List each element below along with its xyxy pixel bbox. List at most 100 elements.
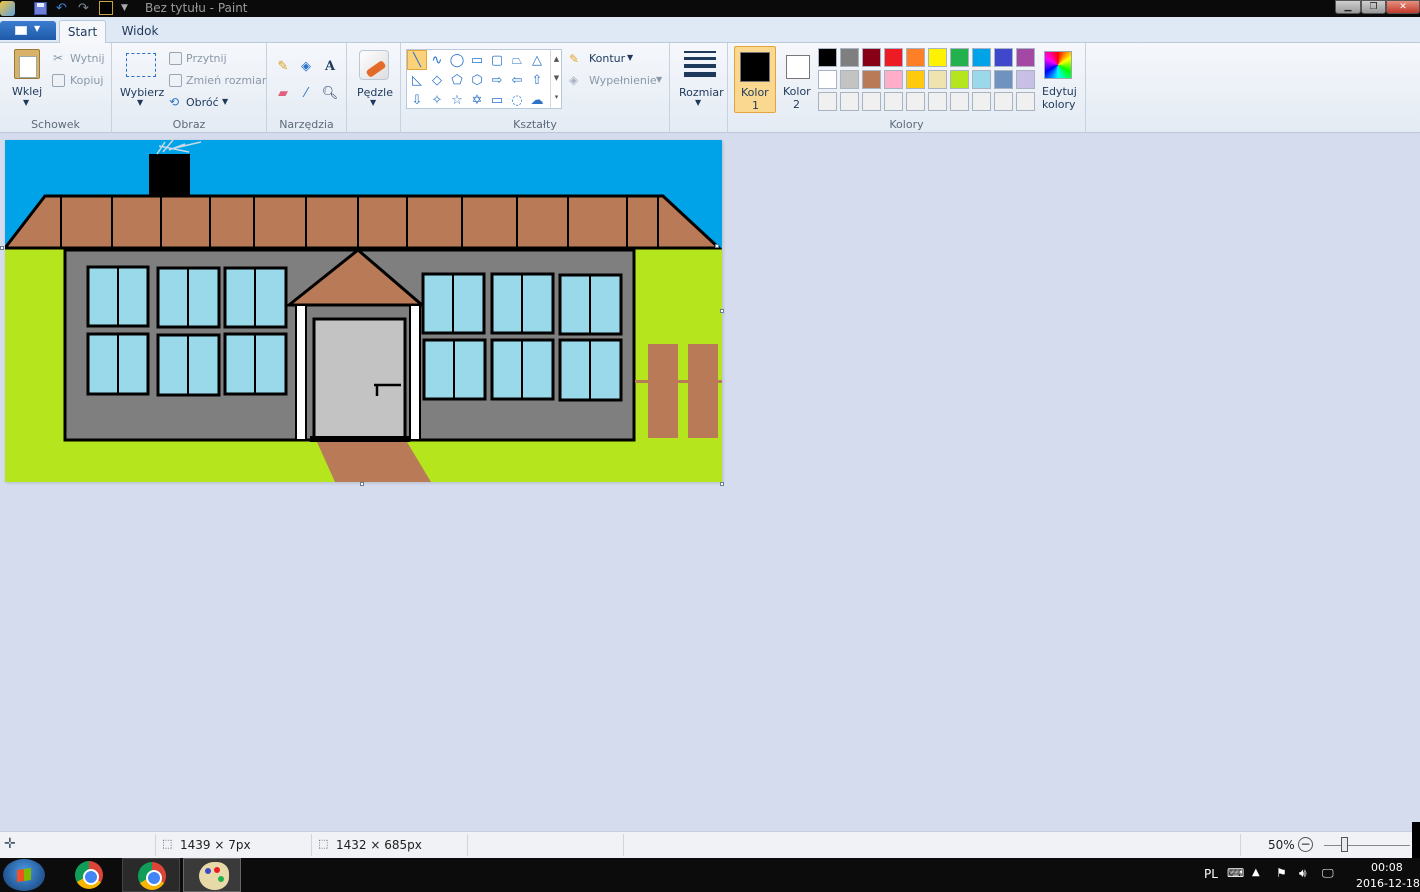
shape-oval-icon[interactable]: ◯ bbox=[447, 50, 467, 70]
shape-arrow-down-icon[interactable]: ⇩ bbox=[407, 90, 427, 110]
shape-arrow-left-icon[interactable]: ⇦ bbox=[507, 70, 527, 90]
palette-color-swatch[interactable] bbox=[884, 92, 903, 111]
close-button[interactable]: ✕ bbox=[1386, 0, 1420, 14]
crop-button[interactable]: Przytnij bbox=[186, 52, 227, 65]
shape-rectangle-icon[interactable]: ▭ bbox=[467, 50, 487, 70]
keyboard-icon[interactable]: ⌨ bbox=[1227, 866, 1244, 880]
fill-bucket-icon[interactable]: ◈ bbox=[296, 56, 316, 76]
resize-handle-bottom[interactable] bbox=[360, 482, 364, 486]
palette-color-swatch[interactable] bbox=[950, 70, 969, 89]
shape-star5-icon[interactable]: ☆ bbox=[447, 90, 467, 110]
taskbar-chrome-1[interactable] bbox=[60, 858, 118, 892]
paste-icon[interactable] bbox=[14, 49, 40, 79]
zoom-out-button[interactable]: − bbox=[1298, 837, 1313, 852]
color2-button[interactable]: Kolor 2 bbox=[781, 46, 823, 113]
shape-right-triangle-icon[interactable]: ◺ bbox=[407, 70, 427, 90]
cut-button[interactable]: Wytnij bbox=[70, 52, 105, 65]
fill-button[interactable]: Wypełnienie bbox=[589, 74, 657, 87]
palette-color-swatch[interactable] bbox=[862, 70, 881, 89]
palette-color-swatch[interactable] bbox=[972, 48, 991, 67]
language-indicator[interactable]: PL bbox=[1204, 867, 1218, 881]
palette-color-swatch[interactable] bbox=[906, 70, 925, 89]
shape-pentagon-icon[interactable]: ⬠ bbox=[447, 70, 467, 90]
quick-access-dropdown-icon[interactable]: ▼ bbox=[121, 1, 128, 16]
select-dropdown-icon[interactable]: ▼ bbox=[137, 98, 143, 107]
show-hidden-icons-icon[interactable]: ▲ bbox=[1252, 867, 1260, 878]
shape-arrow-right-icon[interactable]: ⇨ bbox=[487, 70, 507, 90]
palette-color-swatch[interactable] bbox=[840, 70, 859, 89]
shape-rounded-rectangle-icon[interactable]: ▢ bbox=[487, 50, 507, 70]
start-button[interactable] bbox=[3, 859, 45, 891]
palette-color-swatch[interactable] bbox=[950, 48, 969, 67]
shape-arrow-up-icon[interactable]: ⇧ bbox=[527, 70, 547, 90]
palette-color-swatch[interactable] bbox=[994, 48, 1013, 67]
shape-star4-icon[interactable]: ✧ bbox=[427, 90, 447, 110]
fill-dropdown-icon[interactable]: ▼ bbox=[656, 75, 662, 84]
taskbar-paint[interactable] bbox=[183, 858, 241, 892]
work-area[interactable] bbox=[0, 134, 1420, 831]
palette-color-swatch[interactable] bbox=[840, 48, 859, 67]
text-tool-icon[interactable]: A bbox=[320, 56, 340, 76]
copy-button[interactable]: Kopiuj bbox=[70, 74, 103, 87]
outline-dropdown-icon[interactable]: ▼ bbox=[627, 53, 633, 62]
zoom-in-button[interactable] bbox=[1412, 822, 1420, 858]
palette-color-swatch[interactable] bbox=[1016, 92, 1035, 111]
minimize-button[interactable]: ▁ bbox=[1335, 0, 1361, 14]
brush-icon[interactable] bbox=[359, 50, 389, 80]
edit-colors-line2[interactable]: kolory bbox=[1042, 98, 1076, 111]
resize-handle-left[interactable] bbox=[0, 246, 4, 250]
save-icon[interactable] bbox=[34, 2, 47, 15]
palette-color-swatch[interactable] bbox=[818, 92, 837, 111]
action-center-flag-icon[interactable]: ⚑ bbox=[1276, 866, 1287, 880]
palette-color-swatch[interactable] bbox=[862, 48, 881, 67]
color1-button[interactable]: Kolor 1 bbox=[734, 46, 776, 113]
palette-color-swatch[interactable] bbox=[884, 48, 903, 67]
palette-color-swatch[interactable] bbox=[906, 92, 925, 111]
size-button[interactable]: Rozmiar bbox=[679, 86, 724, 99]
quick-access-color-icon[interactable] bbox=[99, 1, 113, 15]
resize-button[interactable]: Zmień rozmiar bbox=[186, 74, 266, 87]
shape-hexagon-icon[interactable]: ⬡ bbox=[467, 70, 487, 90]
outline-button[interactable]: Kontur bbox=[589, 52, 625, 65]
shape-triangle-icon[interactable]: △ bbox=[527, 50, 547, 70]
shape-callout-rect-icon[interactable]: ▭ bbox=[487, 90, 507, 110]
palette-color-swatch[interactable] bbox=[1016, 48, 1035, 67]
volume-icon[interactable]: 🔊︎ bbox=[1299, 866, 1307, 881]
zoom-slider-thumb[interactable] bbox=[1341, 837, 1348, 852]
shape-star6-icon[interactable]: ✡ bbox=[467, 90, 487, 110]
shape-line-icon[interactable]: ╲ bbox=[407, 50, 427, 70]
palette-color-swatch[interactable] bbox=[950, 92, 969, 111]
palette-color-swatch[interactable] bbox=[928, 48, 947, 67]
palette-color-swatch[interactable] bbox=[1016, 70, 1035, 89]
palette-color-swatch[interactable] bbox=[994, 92, 1013, 111]
redo-icon[interactable]: ↷ bbox=[78, 1, 89, 16]
color-picker-icon[interactable]: ⁄ bbox=[296, 83, 316, 103]
resize-handle-corner[interactable] bbox=[720, 482, 724, 486]
brushes-dropdown-icon[interactable]: ▼ bbox=[370, 98, 376, 107]
clock-date[interactable]: 2016-12-18 bbox=[1356, 877, 1420, 890]
shape-polygon-icon[interactable]: ⏢ bbox=[507, 50, 527, 70]
palette-color-swatch[interactable] bbox=[884, 70, 903, 89]
taskbar-chrome-2[interactable] bbox=[122, 858, 180, 892]
shapes-scroll[interactable]: ▲ ▼ ▾ bbox=[550, 50, 562, 108]
resize-handle-right[interactable] bbox=[720, 309, 724, 313]
edit-colors-icon[interactable] bbox=[1044, 51, 1072, 79]
shape-curve-icon[interactable]: ∿ bbox=[427, 50, 447, 70]
file-menu-button[interactable]: ▼ bbox=[0, 21, 56, 40]
shape-diamond-icon[interactable]: ◇ bbox=[427, 70, 447, 90]
pencil-icon[interactable]: ✎ bbox=[273, 56, 293, 76]
size-dropdown-icon[interactable]: ▼ bbox=[695, 98, 701, 107]
palette-color-swatch[interactable] bbox=[972, 92, 991, 111]
maximize-button[interactable]: ❐ bbox=[1361, 0, 1386, 14]
resize-handle-top-right[interactable] bbox=[715, 244, 719, 248]
clock-time[interactable]: 00:08 bbox=[1371, 861, 1403, 874]
zoom-slider-track[interactable] bbox=[1324, 845, 1410, 846]
rotate-button[interactable]: Obróć bbox=[186, 96, 219, 109]
palette-color-swatch[interactable] bbox=[818, 70, 837, 89]
palette-color-swatch[interactable] bbox=[972, 70, 991, 89]
palette-color-swatch[interactable] bbox=[928, 92, 947, 111]
paint-app-icon[interactable] bbox=[0, 1, 15, 16]
drawing-canvas[interactable] bbox=[5, 140, 722, 482]
rotate-dropdown-icon[interactable]: ▼ bbox=[222, 97, 228, 106]
shape-callout-cloud-icon[interactable]: ☁ bbox=[527, 90, 547, 110]
